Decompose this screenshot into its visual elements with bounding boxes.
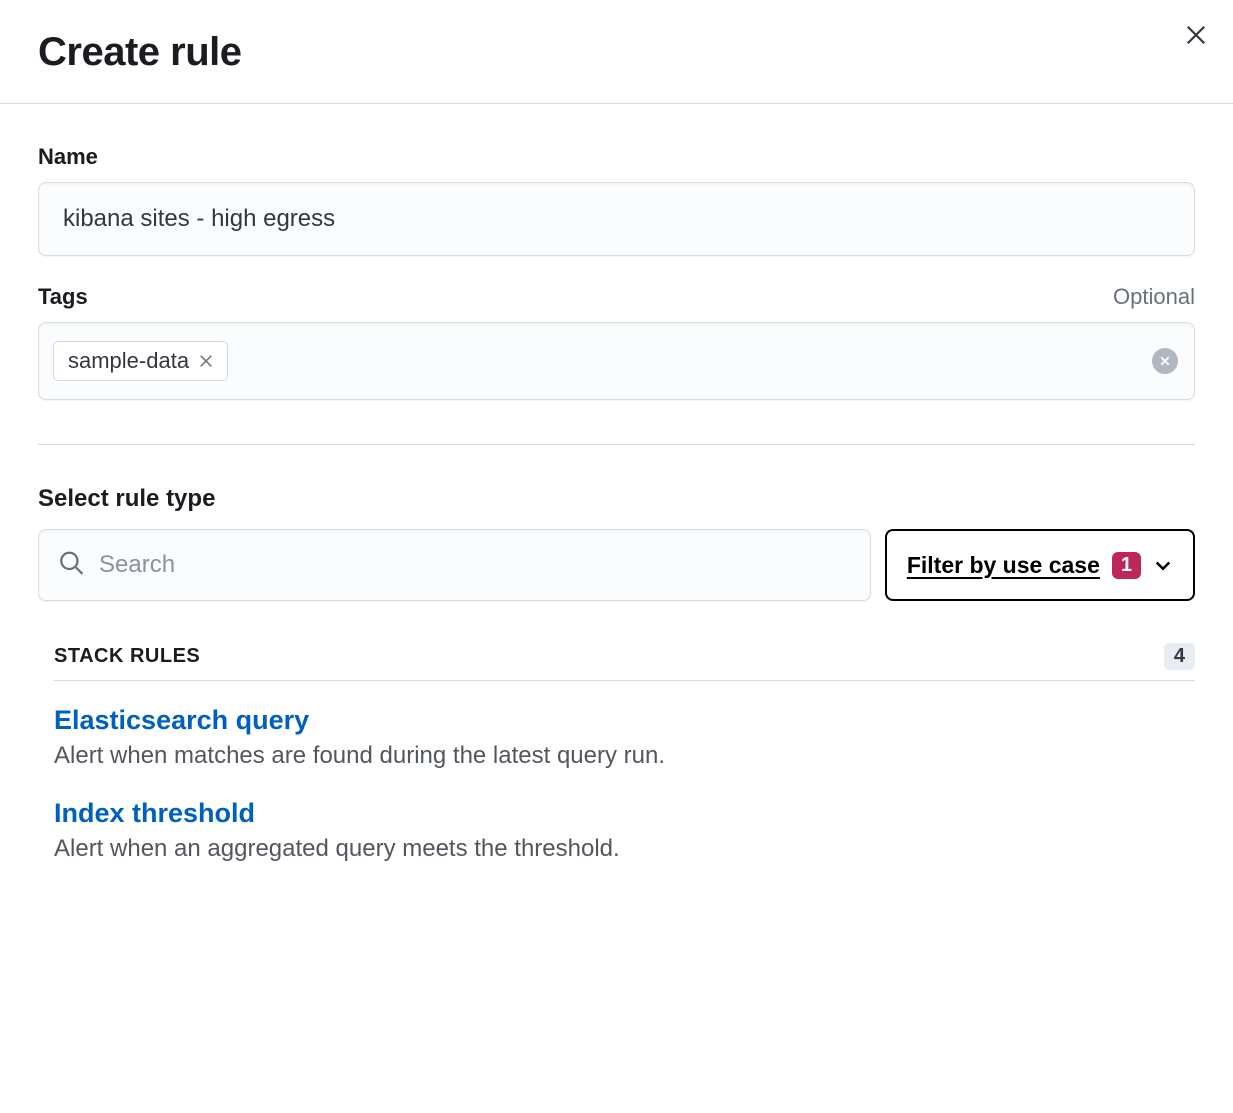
x-icon: [199, 354, 213, 368]
tags-row: Tags Optional sample-data: [38, 284, 1195, 400]
rule-item-title: Elasticsearch query: [54, 705, 1195, 736]
dialog-content: Name Tags Optional sample-data: [0, 104, 1233, 863]
clear-tags-button[interactable]: [1152, 348, 1178, 374]
rule-group-title: STACK RULES: [54, 645, 200, 668]
divider: [38, 444, 1195, 445]
tags-label: Tags: [38, 284, 88, 310]
name-row: Name: [38, 144, 1195, 256]
search-wrap: [38, 529, 871, 601]
name-label: Name: [38, 144, 98, 170]
tags-input[interactable]: sample-data: [38, 322, 1195, 400]
rule-group-count: 4: [1164, 643, 1195, 670]
search-icon: [58, 550, 84, 581]
close-button[interactable]: [1181, 20, 1211, 50]
rule-item-title: Index threshold: [54, 798, 1195, 829]
x-circle-icon: [1159, 355, 1171, 367]
tag-pill: sample-data: [53, 341, 228, 381]
chevron-down-icon: [1153, 555, 1173, 575]
select-rule-type-heading: Select rule type: [38, 485, 1195, 513]
filter-by-use-case-button[interactable]: Filter by use case 1: [885, 529, 1195, 601]
name-input[interactable]: [38, 182, 1195, 256]
rule-group-header: STACK RULES 4: [54, 631, 1195, 681]
close-icon: [1185, 24, 1207, 46]
rule-item-index-threshold[interactable]: Index threshold Alert when an aggregated…: [38, 798, 1195, 863]
tags-optional: Optional: [1113, 284, 1195, 310]
rule-item-description: Alert when an aggregated query meets the…: [54, 835, 1195, 863]
filter-label: Filter by use case: [907, 552, 1100, 579]
rule-item-elasticsearch-query[interactable]: Elasticsearch query Alert when matches a…: [38, 705, 1195, 770]
filter-count-badge: 1: [1112, 552, 1141, 579]
tag-label: sample-data: [68, 348, 189, 374]
rule-type-search-input[interactable]: [38, 529, 871, 601]
search-filter-row: Filter by use case 1: [38, 529, 1195, 601]
rule-item-description: Alert when matches are found during the …: [54, 742, 1195, 770]
tag-remove-button[interactable]: [199, 354, 213, 368]
dialog-header: Create rule: [0, 0, 1233, 104]
page-title: Create rule: [38, 30, 1195, 75]
